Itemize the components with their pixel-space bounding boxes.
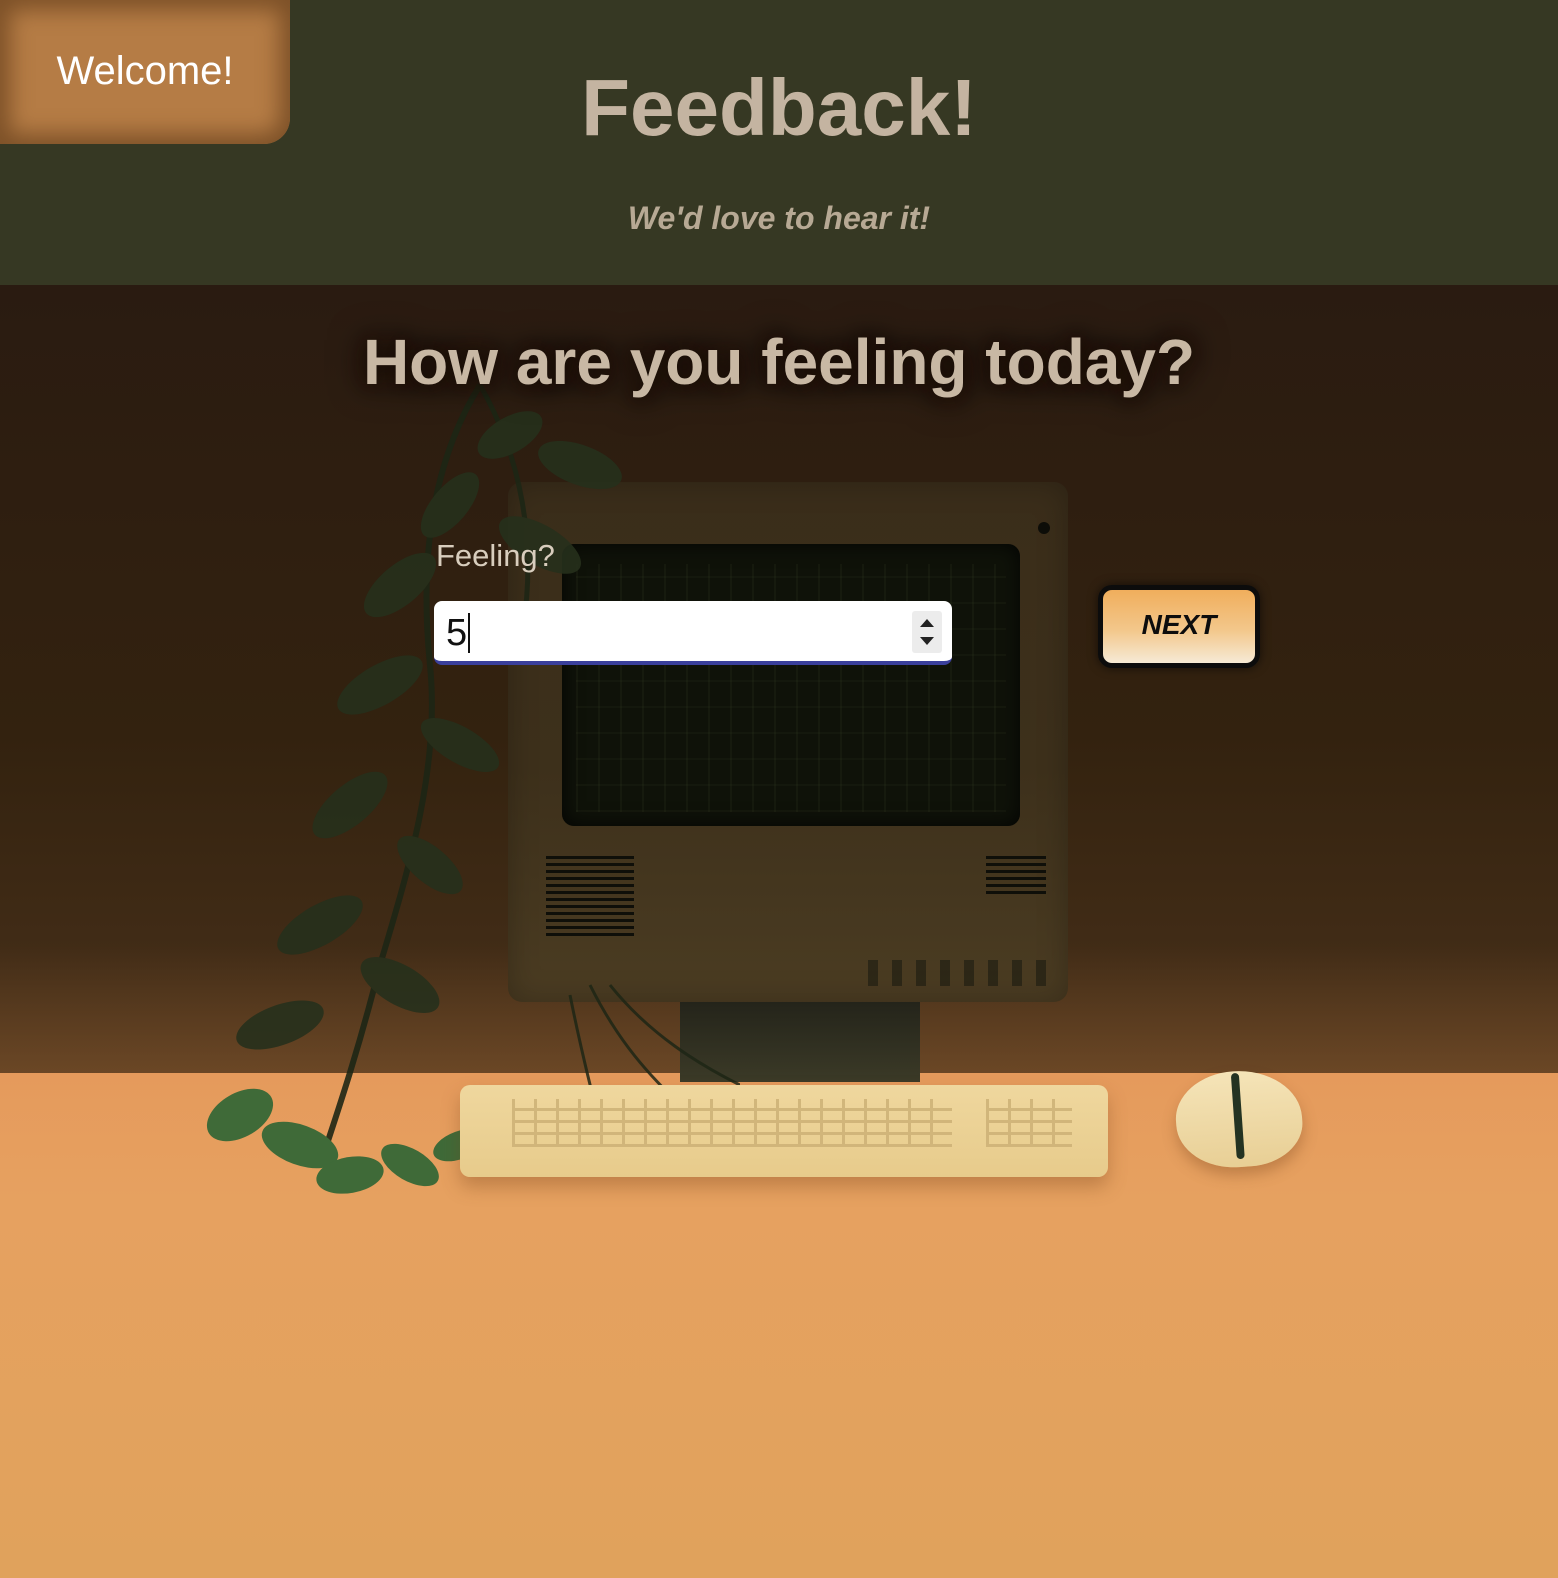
feeling-question: How are you feeling today? (362, 326, 1196, 398)
number-stepper[interactable] (912, 611, 942, 653)
keyboard-keys (512, 1099, 952, 1147)
chevron-down-icon[interactable] (920, 637, 934, 645)
plant-image (206, 383, 740, 1194)
next-button-label: NEXT (1141, 608, 1217, 640)
feeling-input-value[interactable]: 5 (446, 611, 471, 655)
feeling-field-label: Feeling? (436, 538, 555, 573)
monitor-vent-right (986, 856, 1046, 896)
chevron-up-icon[interactable] (920, 619, 934, 627)
page-title: Feedback! (581, 63, 977, 152)
page-subtitle: We'd love to hear it! (627, 200, 931, 236)
monitor-ports (868, 960, 1048, 986)
page-header: Welcome! Feedback! We'd love to hear it! (0, 0, 1558, 285)
monitor-power-dot (1038, 522, 1050, 534)
background-scene (0, 285, 1558, 1578)
next-button[interactable]: NEXT (1098, 585, 1260, 668)
feeling-input[interactable]: 5 (434, 601, 952, 665)
mouse-stripe (1230, 1072, 1245, 1160)
keyboard-image (460, 1085, 1108, 1177)
text-caret (468, 612, 471, 653)
keyboard-numpad (986, 1099, 1072, 1147)
